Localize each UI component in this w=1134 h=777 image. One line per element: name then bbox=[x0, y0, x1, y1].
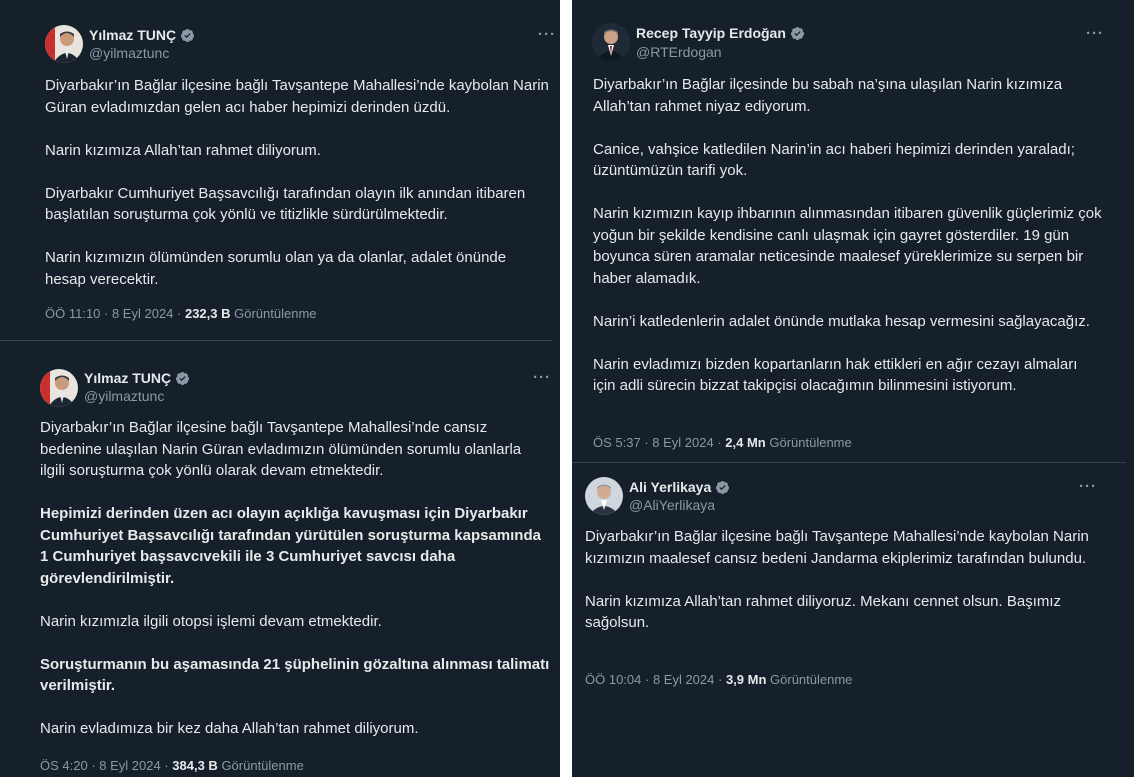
tweet-paragraph: Diyarbakır’ın Bağlar ilçesine bağlı Tavş… bbox=[40, 419, 522, 479]
author-name-row[interactable]: Yılmaz TUNÇ bbox=[84, 370, 190, 386]
avatar-portrait-icon bbox=[585, 477, 623, 515]
tweet-paragraph: Diyarbakır’ın Bağlar ilçesine bağlı Tavş… bbox=[585, 528, 1089, 567]
tweet-paragraph: Narin’i katledenlerin adalet önünde mutl… bbox=[593, 312, 1090, 330]
verified-badge-icon bbox=[180, 28, 195, 43]
verified-badge-icon bbox=[715, 480, 730, 495]
tweet-paragraph-bold: Hepimizi derinden üzen acı olayın açıklı… bbox=[40, 505, 541, 587]
avatar-portrait-icon bbox=[45, 25, 83, 63]
tweet-erdogan[interactable]: Recep Tayyip Erdoğan @RTErdogan ··· Diya… bbox=[572, 0, 1134, 468]
more-options-button[interactable]: ··· bbox=[533, 369, 551, 386]
view-count[interactable]: 3,9 Mn bbox=[726, 672, 766, 687]
author-handle[interactable]: @yilmaztunc bbox=[89, 45, 169, 61]
author-name-row[interactable]: Recep Tayyip Erdoğan bbox=[636, 25, 805, 41]
tweet-meta: ÖS 4:20 · 8 Eyl 2024 · 384,3 B Görüntüle… bbox=[40, 758, 304, 773]
tweet-text: Diyarbakır’ın Bağlar ilçesinde bu sabah … bbox=[593, 74, 1103, 397]
tweet-paragraph: Narin kızımızın ölümünden sorumlu olan y… bbox=[45, 249, 507, 288]
tweet-paragraph: Canice, vahşice katledilen Narin’in acı … bbox=[593, 140, 1075, 180]
tweet-time[interactable]: ÖS 5:37 bbox=[593, 435, 641, 450]
author-name[interactable]: Yılmaz TUNÇ bbox=[89, 27, 176, 43]
tweet-meta: ÖS 5:37 · 8 Eyl 2024 · 2,4 Mn Görüntülen… bbox=[593, 435, 852, 450]
author-name-row[interactable]: Yılmaz TUNÇ bbox=[89, 27, 195, 43]
views-label: Görüntülenme bbox=[234, 306, 317, 321]
right-screenshot-panel: Recep Tayyip Erdoğan @RTErdogan ··· Diya… bbox=[572, 0, 1134, 777]
tweet-paragraph: Narin kızımıza Allah’tan rahmet diliyoru… bbox=[585, 592, 1062, 632]
avatar[interactable] bbox=[45, 25, 83, 63]
view-count[interactable]: 232,3 B bbox=[185, 306, 231, 321]
verified-badge-icon bbox=[175, 371, 190, 386]
more-options-button[interactable]: ··· bbox=[1079, 478, 1097, 495]
tweet-date[interactable]: 8 Eyl 2024 bbox=[652, 435, 713, 450]
view-count[interactable]: 2,4 Mn bbox=[725, 435, 765, 450]
tweet-yilmaz-tunc-1[interactable]: Yılmaz TUNÇ @yilmaztunc ··· Diyarbakır’ı… bbox=[0, 0, 560, 340]
tweet-paragraph: Narin evladımızı bizden kopartanların ha… bbox=[593, 355, 1078, 395]
avatar[interactable] bbox=[592, 23, 630, 61]
views-label: Görüntülenme bbox=[770, 672, 853, 687]
author-name[interactable]: Ali Yerlikaya bbox=[629, 479, 711, 495]
tweet-date[interactable]: 8 Eyl 2024 bbox=[653, 672, 714, 687]
tweet-paragraph: Narin evladımıza bir kez daha Allah’tan … bbox=[40, 720, 419, 737]
tweet-paragraph-bold: Soruşturmanın bu aşamasında 21 şüphelini… bbox=[40, 655, 550, 695]
avatar[interactable] bbox=[40, 369, 78, 407]
tweet-paragraph: Diyarbakır’ın Bağlar ilçesinde bu sabah … bbox=[593, 76, 1063, 115]
tweet-time[interactable]: ÖÖ 10:04 bbox=[585, 672, 641, 687]
tweet-meta: ÖÖ 11:10 · 8 Eyl 2024 · 232,3 B Görüntül… bbox=[45, 306, 317, 321]
more-options-button[interactable]: ··· bbox=[538, 26, 556, 43]
tweet-text: Diyarbakır’ın Bağlar ilçesine bağlı Tavş… bbox=[585, 526, 1105, 634]
view-count[interactable]: 384,3 B bbox=[172, 758, 218, 773]
tweet-date[interactable]: 8 Eyl 2024 bbox=[99, 758, 160, 773]
avatar[interactable] bbox=[585, 477, 623, 515]
tweet-ali-yerlikaya[interactable]: Ali Yerlikaya @AliYerlikaya ··· Diyarbak… bbox=[572, 463, 1134, 777]
author-name[interactable]: Yılmaz TUNÇ bbox=[84, 370, 171, 386]
tweet-meta: ÖÖ 10:04 · 8 Eyl 2024 · 3,9 Mn Görüntüle… bbox=[585, 672, 853, 687]
author-name-row[interactable]: Ali Yerlikaya bbox=[629, 479, 730, 495]
views-label: Görüntülenme bbox=[769, 435, 852, 450]
avatar-portrait-icon bbox=[40, 369, 78, 407]
tweet-paragraph: Narin kızımızla ilgili otopsi işlemi dev… bbox=[40, 612, 382, 630]
tweet-time[interactable]: ÖS 4:20 bbox=[40, 758, 88, 773]
tweet-paragraph: Diyarbakır Cumhuriyet Başsavcılığı taraf… bbox=[45, 184, 526, 224]
tweet-date[interactable]: 8 Eyl 2024 bbox=[112, 306, 173, 321]
tweet-yilmaz-tunc-2[interactable]: Yılmaz TUNÇ @yilmaztunc ··· Diyarbakır’ı… bbox=[0, 341, 560, 777]
author-handle[interactable]: @RTErdogan bbox=[636, 44, 722, 60]
author-handle[interactable]: @yilmaztunc bbox=[84, 388, 164, 404]
verified-badge-icon bbox=[790, 26, 805, 41]
tweet-paragraph: Diyarbakır’ın Bağlar ilçesine bağlı Tavş… bbox=[45, 77, 549, 116]
tweet-paragraph: Narin kızımızın kayıp ihbarının alınması… bbox=[593, 205, 1102, 287]
avatar-portrait-icon bbox=[592, 23, 630, 61]
author-handle[interactable]: @AliYerlikaya bbox=[629, 497, 715, 513]
tweet-text: Diyarbakır’ın Bağlar ilçesine bağlı Tavş… bbox=[45, 75, 550, 290]
author-name[interactable]: Recep Tayyip Erdoğan bbox=[636, 25, 786, 41]
tweet-time[interactable]: ÖÖ 11:10 bbox=[45, 306, 100, 321]
more-options-button[interactable]: ··· bbox=[1086, 25, 1104, 42]
left-screenshot-panel: Yılmaz TUNÇ @yilmaztunc ··· Diyarbakır’ı… bbox=[0, 0, 560, 777]
tweet-text: Diyarbakır’ın Bağlar ilçesine bağlı Tavş… bbox=[40, 417, 550, 740]
views-label: Görüntülenme bbox=[221, 758, 304, 773]
tweet-paragraph: Narin kızımıza Allah’tan rahmet diliyoru… bbox=[45, 141, 321, 159]
